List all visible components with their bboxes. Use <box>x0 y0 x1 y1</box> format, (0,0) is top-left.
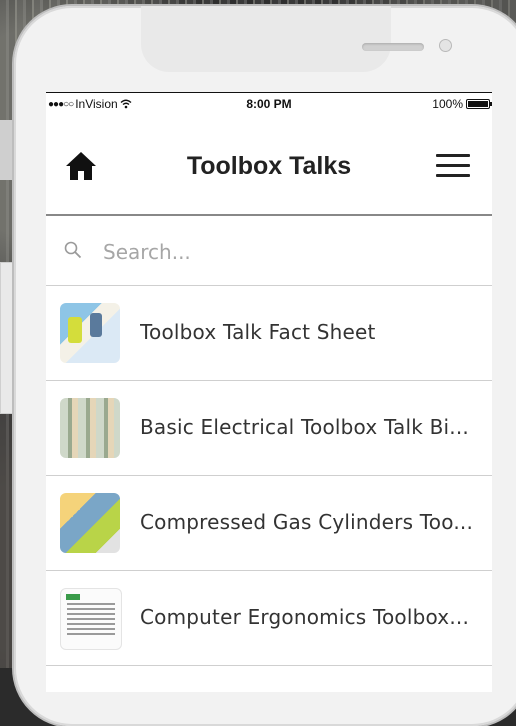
phone-notch <box>141 6 452 72</box>
item-thumbnail <box>60 303 120 363</box>
hamburger-menu-icon[interactable] <box>436 154 470 180</box>
list-item[interactable]: Basic Electrical Toolbox Talk Bi... <box>46 381 492 476</box>
status-time: 8:00 PM <box>246 97 292 111</box>
search-icon <box>64 241 82 259</box>
nav-bar: Toolbox Talks <box>46 116 492 216</box>
speaker-icon <box>362 43 424 51</box>
search-bar <box>46 216 492 286</box>
item-thumbnail <box>60 493 120 553</box>
list-item[interactable]: Toolbox Talk Fact Sheet <box>46 286 492 381</box>
list-item[interactable]: Computer Ergonomics Toolbox... <box>46 571 492 666</box>
battery-icon <box>466 99 492 109</box>
page-title: Toolbox Talks <box>186 152 352 180</box>
item-thumbnail <box>60 398 120 458</box>
item-label: Computer Ergonomics Toolbox... <box>140 605 470 629</box>
status-bar: ●●●○○ InVision 8:00 PM 100% <box>46 92 492 116</box>
list-item[interactable]: Compressed Gas Cylinders Too... <box>46 476 492 571</box>
search-input[interactable] <box>101 234 465 270</box>
toolbox-talk-list: Toolbox Talk Fact Sheet Basic Electrical… <box>46 286 492 666</box>
battery-percent: 100% <box>432 97 463 111</box>
item-thumbnail <box>60 588 122 650</box>
item-label: Toolbox Talk Fact Sheet <box>140 320 376 344</box>
item-label: Basic Electrical Toolbox Talk Bi... <box>140 415 469 439</box>
item-label: Compressed Gas Cylinders Too... <box>140 510 473 534</box>
app-screen: ●●●○○ InVision 8:00 PM 100% Toolbox Talk… <box>46 92 492 692</box>
status-right: 100% <box>432 97 492 111</box>
camera-icon <box>439 39 452 52</box>
